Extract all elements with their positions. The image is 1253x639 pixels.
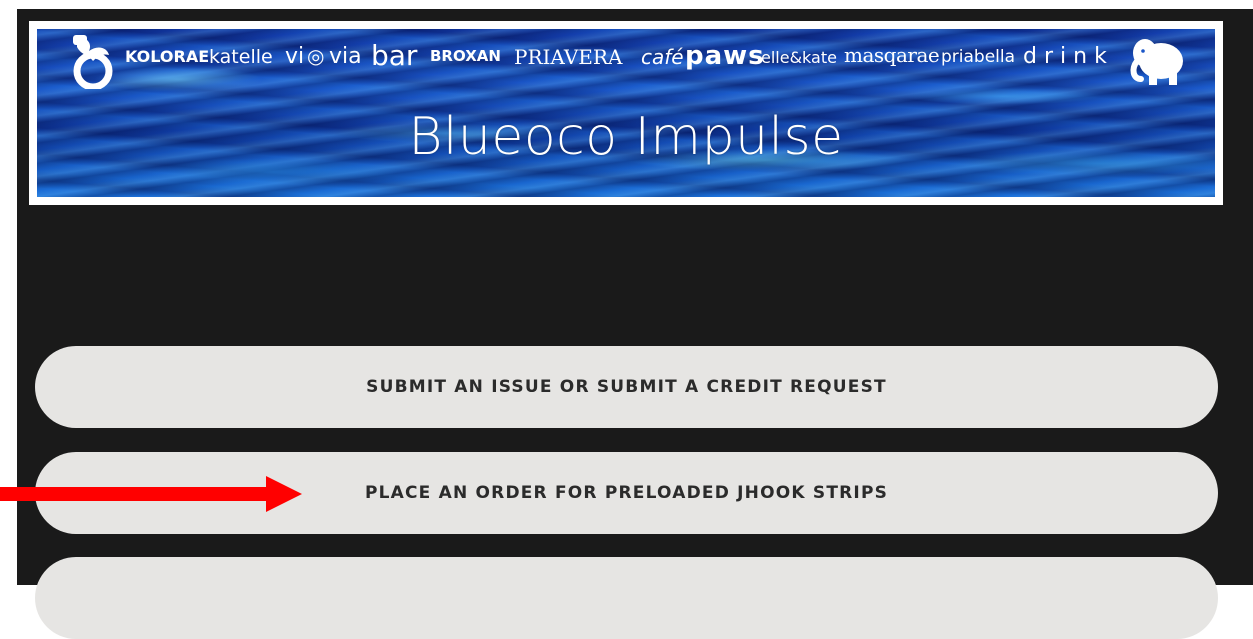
brand-masqarae: masqarae <box>844 43 940 67</box>
brand-drink: drink <box>1023 44 1114 69</box>
third-menu-button[interactable] <box>35 557 1218 639</box>
brand-kolorae: KOLORAE <box>125 47 210 66</box>
brand-katelle: katelle <box>209 46 273 68</box>
brand-broxan: BROXAN <box>430 47 501 65</box>
brand-vievia-via: via <box>329 44 362 69</box>
submit-issue-button[interactable]: SUBMIT AN ISSUE OR SUBMIT A CREDIT REQUE… <box>35 346 1218 428</box>
header-banner: KOLORAE katelle vi ◎ via bar BROXAN PRIA… <box>37 29 1215 197</box>
brand-elle-kate: elle&kate <box>761 48 837 67</box>
header-banner-frame: KOLORAE katelle vi ◎ via bar BROXAN PRIA… <box>29 21 1223 205</box>
right-arrow-icon <box>0 476 302 512</box>
brand-logo-icon <box>73 35 113 89</box>
elephant-logo-icon <box>1130 39 1183 85</box>
banner-title: Blueoco Impulse <box>408 107 844 167</box>
brand-vievia-dot: ◎ <box>307 44 325 68</box>
brand-priavera: PRIAVERA <box>514 45 623 69</box>
brand-paws: paws <box>685 41 765 71</box>
brand-priabella: priabella <box>941 47 1016 67</box>
brand-bar: bar <box>371 39 418 72</box>
brand-cafe: café <box>641 45 684 69</box>
brand-vievia-vi: vi <box>285 44 305 69</box>
